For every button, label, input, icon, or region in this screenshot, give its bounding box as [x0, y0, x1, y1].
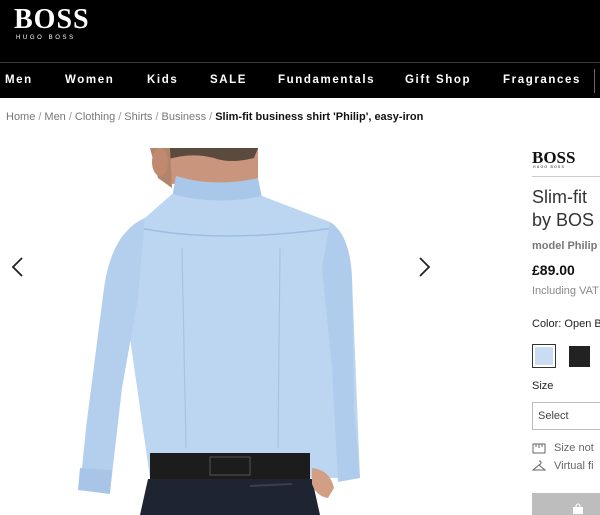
breadcrumb-separator: / [118, 111, 122, 123]
nav-item-sale[interactable]: SALE [210, 74, 247, 86]
breadcrumb-shirts[interactable]: Shirts [124, 111, 152, 123]
breadcrumb-separator: / [155, 111, 159, 123]
breadcrumb-separator: / [68, 111, 72, 123]
color-swatch-black[interactable] [569, 346, 590, 367]
size-select[interactable]: Select [532, 402, 600, 430]
shirt-back-illustration [78, 148, 360, 515]
breadcrumb-home[interactable]: Home [6, 111, 35, 123]
breadcrumb-business[interactable]: Business [161, 111, 206, 123]
nav-item-gift-shop[interactable]: Gift Shop [405, 74, 471, 86]
next-image-button[interactable] [414, 255, 434, 279]
color-swatch-light-blue[interactable] [532, 344, 556, 368]
breadcrumb-clothing[interactable]: Clothing [75, 111, 115, 123]
breadcrumb-separator: / [38, 111, 42, 123]
product-title-line-2: by BOS [532, 210, 595, 230]
virtual-fit-link[interactable]: Virtual fi [532, 460, 594, 472]
size-label: Size [532, 380, 554, 392]
breadcrumb-current: Slim-fit business shirt 'Philip', easy-i… [215, 111, 424, 123]
nav-item-men[interactable]: Men [5, 74, 33, 86]
breadcrumb-men[interactable]: Men [44, 111, 65, 123]
product-title-line-1: Slim-fit [532, 187, 587, 207]
logo-subline: HUGO BOSS [16, 35, 76, 41]
hanger-icon [532, 460, 547, 471]
vat-note: Including VAT [532, 285, 599, 297]
size-help-link[interactable]: Size not [532, 442, 594, 454]
site-header: BOSS HUGO BOSS [0, 0, 600, 62]
nav-item-women[interactable]: Women [65, 74, 114, 86]
brand-logo-subline: HUGO BOSS [533, 165, 565, 169]
logo-wordmark: BOSS [14, 4, 90, 35]
product-price: £89.00 [532, 262, 575, 278]
product-title: Slim-fit by BOS [532, 186, 594, 232]
color-label: Color: Open B [532, 318, 600, 330]
nav-item-fragrances[interactable]: Fragrances [503, 74, 581, 86]
product-image [0, 148, 448, 515]
product-info: BOSS HUGO BOSS Slim-fit by BOS model Phi… [532, 148, 600, 515]
nav-item-fundamentals[interactable]: Fundamentals [278, 74, 375, 86]
divider [532, 176, 600, 177]
boss-logo[interactable]: BOSS HUGO BOSS [14, 4, 90, 42]
breadcrumb: Home / Men / Clothing / Shirts / Business / Slim-f… [6, 111, 423, 123]
shopping-bag-icon [573, 503, 583, 514]
product-model: model Philip [532, 240, 598, 252]
breadcrumb-separator: / [209, 111, 213, 123]
nav-divider [594, 69, 595, 93]
nav-item-kids[interactable]: Kids [147, 74, 178, 86]
add-to-bag-button[interactable] [532, 493, 600, 515]
main-nav: Men Women Kids SALE Fundamentals Gift Sh… [0, 62, 600, 98]
ruler-icon [532, 443, 546, 454]
chevron-left-icon [11, 257, 23, 277]
prev-image-button[interactable] [8, 255, 28, 279]
chevron-right-icon [419, 257, 431, 277]
virtual-fit-label: Virtual fi [554, 460, 594, 472]
size-help-label: Size not [554, 442, 594, 454]
